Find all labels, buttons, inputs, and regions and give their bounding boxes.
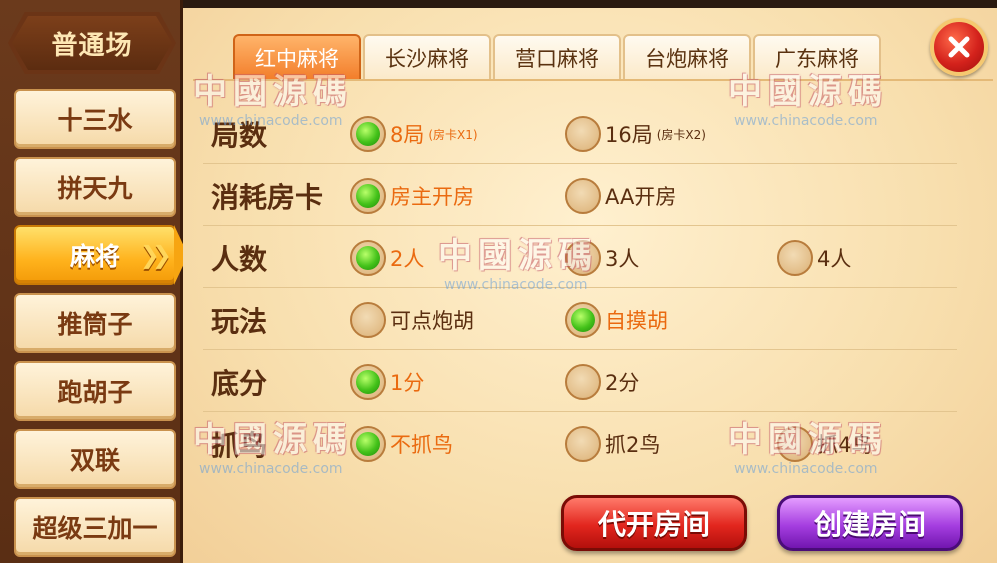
option-sublabel: (房卡X1) — [428, 127, 478, 142]
option-label: 自摸胡 — [605, 309, 668, 333]
radio-selected-icon[interactable] — [350, 364, 386, 400]
option-label: 3人 — [605, 247, 640, 271]
tab-hongzhong-mahjong[interactable]: 红中麻将 — [233, 34, 361, 80]
option-host-pays[interactable]: 房主开房 — [350, 178, 474, 214]
radio-selected-icon[interactable] — [350, 178, 386, 214]
sidebar-item-pin-tianjiu[interactable]: 拼天九 — [14, 157, 176, 217]
sidebar-item-mahjong[interactable]: 麻将 ❯❯ — [14, 225, 188, 285]
option-label: 1分 — [390, 371, 425, 395]
radio-selected-icon[interactable] — [565, 302, 601, 338]
row-label: 抓鸟 — [211, 429, 268, 462]
sidebar-title-banner: 普通场 — [8, 12, 176, 74]
tab-label: 广东麻将 — [775, 47, 859, 71]
radio-selected-icon[interactable] — [350, 426, 386, 462]
option-label: 4人 — [817, 247, 852, 271]
radio-icon[interactable] — [565, 116, 601, 152]
option-self-draw-win[interactable]: 自摸胡 — [565, 302, 668, 338]
option-8-rounds[interactable]: 8局 (房卡X1) — [350, 116, 478, 152]
option-label: 抓2鸟 — [605, 433, 661, 457]
option-2-players[interactable]: 2人 — [350, 240, 424, 276]
option-label: 2人 — [390, 247, 425, 271]
row-base-score: 底分 1分 2分 — [183, 350, 997, 412]
button-label: 创建房间 — [813, 508, 926, 541]
option-2-points[interactable]: 2分 — [565, 364, 639, 400]
sidebar-item-paohuzi[interactable]: 跑胡子 — [14, 361, 176, 421]
radio-selected-icon[interactable] — [350, 116, 386, 152]
mahjong-variant-tabs: 红中麻将 长沙麻将 营口麻将 台炮麻将 广东麻将 — [233, 34, 881, 80]
row-catch-bird: 抓鸟 不抓鸟 抓2鸟 抓4鸟 — [183, 412, 997, 474]
double-chevron-right-icon: ❯❯ — [139, 241, 172, 269]
sidebar-item-label: 双联 — [69, 446, 120, 475]
row-rounds: 局数 8局 (房卡X1) 16局 (房卡X2) — [183, 102, 997, 164]
option-label: 2分 — [605, 371, 640, 395]
row-label: 底分 — [211, 367, 268, 400]
radio-icon[interactable] — [565, 426, 601, 462]
row-play-mode: 玩法 可点炮胡 自摸胡 — [183, 288, 997, 350]
sidebar-item-label: 推筒子 — [57, 310, 133, 339]
option-discard-win[interactable]: 可点炮胡 — [350, 302, 474, 338]
game-category-sidebar: 普通场 十三水 拼天九 麻将 ❯❯ 推筒子 跑胡子 双联 超级三加一 — [0, 0, 188, 563]
row-room-card-cost: 消耗房卡 房主开房 AA开房 — [183, 164, 997, 226]
option-label: 房主开房 — [390, 185, 474, 209]
sidebar-item-label: 麻将 — [69, 242, 120, 271]
row-player-count: 人数 2人 3人 4人 — [183, 226, 997, 288]
option-1-point[interactable]: 1分 — [350, 364, 424, 400]
sidebar-item-tuitongzi[interactable]: 推筒子 — [14, 293, 176, 353]
tab-label: 营口麻将 — [515, 47, 599, 71]
row-label: 局数 — [211, 119, 268, 152]
option-label: 8局 — [390, 123, 425, 147]
radio-icon[interactable] — [565, 178, 601, 214]
sidebar-title: 普通场 — [12, 16, 172, 70]
tab-label: 台炮麻将 — [645, 47, 729, 71]
option-2-birds[interactable]: 抓2鸟 — [565, 426, 660, 462]
sidebar-item-label: 跑胡子 — [57, 378, 133, 407]
radio-selected-icon[interactable] — [350, 240, 386, 276]
sidebar-item-label: 超级三加一 — [32, 514, 158, 543]
button-label: 代开房间 — [597, 508, 710, 541]
tab-yingkou-mahjong[interactable]: 营口麻将 — [493, 34, 621, 80]
option-4-birds[interactable]: 抓4鸟 — [777, 426, 872, 462]
create-room-button[interactable]: 创建房间 — [777, 495, 963, 551]
radio-icon[interactable] — [777, 240, 813, 276]
sidebar-item-super-three-plus-one[interactable]: 超级三加一 — [14, 497, 176, 557]
option-4-players[interactable]: 4人 — [777, 240, 851, 276]
option-label: 不抓鸟 — [390, 433, 453, 457]
close-button[interactable] — [930, 18, 988, 76]
option-sublabel: (房卡X2) — [656, 127, 706, 142]
option-no-bird[interactable]: 不抓鸟 — [350, 426, 453, 462]
row-label: 玩法 — [211, 305, 268, 338]
radio-icon[interactable] — [565, 364, 601, 400]
proxy-open-room-button[interactable]: 代开房间 — [561, 495, 747, 551]
option-16-rounds[interactable]: 16局 (房卡X2) — [565, 116, 706, 152]
tab-changsha-mahjong[interactable]: 长沙麻将 — [363, 34, 491, 80]
sidebar-item-shuanglian[interactable]: 双联 — [14, 429, 176, 489]
option-label: AA开房 — [605, 185, 677, 209]
option-label: 抓4鸟 — [817, 433, 873, 457]
sidebar-item-label: 拼天九 — [57, 174, 133, 203]
room-settings-panel: 红中麻将 长沙麻将 营口麻将 台炮麻将 广东麻将 局数 8局 (房卡X1) 16… — [183, 0, 997, 563]
radio-icon[interactable] — [350, 302, 386, 338]
top-border — [183, 0, 997, 8]
option-label: 可点炮胡 — [390, 309, 474, 333]
row-label: 人数 — [211, 243, 268, 276]
tab-label: 红中麻将 — [255, 47, 339, 71]
row-label: 消耗房卡 — [211, 181, 324, 214]
option-aa-split[interactable]: AA开房 — [565, 178, 676, 214]
radio-icon[interactable] — [565, 240, 601, 276]
option-3-players[interactable]: 3人 — [565, 240, 639, 276]
sidebar-item-label: 十三水 — [57, 106, 133, 135]
tab-label: 长沙麻将 — [385, 47, 469, 71]
option-label: 16局 — [605, 123, 653, 147]
tab-underline — [193, 79, 993, 81]
tab-taipao-mahjong[interactable]: 台炮麻将 — [623, 34, 751, 80]
tab-guangdong-mahjong[interactable]: 广东麻将 — [753, 34, 881, 80]
close-icon — [948, 36, 970, 58]
radio-icon[interactable] — [777, 426, 813, 462]
sidebar-item-thirteen-cards[interactable]: 十三水 — [14, 89, 176, 149]
